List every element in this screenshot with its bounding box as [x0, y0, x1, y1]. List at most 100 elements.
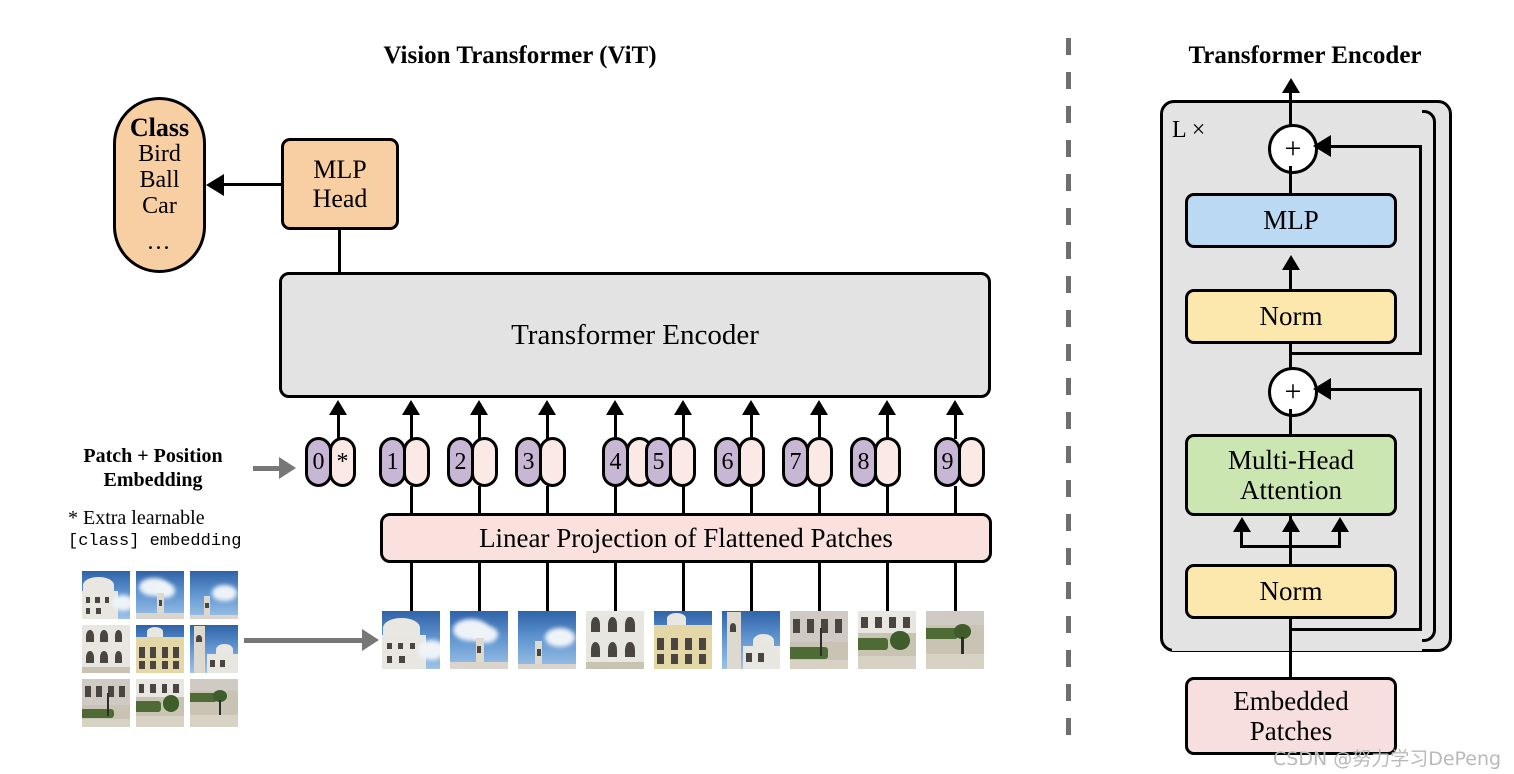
window — [409, 642, 416, 650]
window — [399, 656, 405, 664]
transformer-encoder-box: Transformer Encoder — [279, 272, 991, 398]
window — [386, 656, 392, 664]
norm-top-block: Norm — [1185, 289, 1397, 344]
window — [889, 616, 896, 629]
encoder-output-arrowhead — [1282, 78, 1300, 93]
norm-bottom-block-label: Norm — [1259, 576, 1323, 607]
window — [903, 616, 910, 629]
window — [746, 652, 753, 663]
embedded-patches-line1: Embedded — [1233, 685, 1349, 716]
hedge — [790, 646, 829, 659]
source-patch-r1c0 — [82, 625, 130, 673]
dome — [666, 613, 687, 625]
token-position-7: 7 — [782, 437, 809, 487]
window — [671, 653, 679, 665]
panel-divider — [1066, 38, 1071, 748]
class-label-2: Car — [142, 192, 177, 219]
window — [625, 642, 635, 658]
token-3: 3 — [515, 437, 566, 487]
token-encoder-arrowhead-4 — [606, 400, 624, 415]
window — [150, 647, 157, 658]
residual-skip-bottom-horizontal — [1317, 388, 1422, 391]
window — [150, 683, 156, 694]
mlp-head-to-class-line — [224, 183, 284, 186]
window — [210, 659, 215, 668]
token-encoder-arrowhead-8 — [878, 400, 896, 415]
footnote-line2: [class] embedding — [68, 532, 242, 552]
window — [161, 660, 168, 670]
window — [100, 629, 108, 643]
pavement — [136, 716, 184, 727]
tower — [726, 612, 741, 669]
residual-skip-top-horizontal — [1317, 145, 1422, 148]
window — [657, 653, 665, 665]
repeat-count-label: L × — [1172, 117, 1206, 143]
embedding-label-line1: Patch + Position — [83, 445, 223, 467]
window — [95, 597, 100, 603]
window — [793, 619, 801, 634]
token-5: 5 — [645, 437, 696, 487]
token-encoder-arrowhead-0 — [329, 400, 347, 415]
residual-skip-top-vertical — [1419, 145, 1422, 355]
token-8: 8 — [850, 437, 901, 487]
projection-patch-line-6 — [750, 561, 753, 613]
norm-top-block-label: Norm — [1259, 301, 1323, 332]
token-patch-9 — [958, 437, 985, 487]
class-label-0: Bird — [138, 141, 181, 168]
window — [657, 637, 665, 651]
window — [84, 685, 91, 698]
window — [386, 642, 392, 650]
token-encoder-arrowhead-2 — [470, 400, 488, 415]
token-encoder-arrowhead-9 — [946, 400, 964, 415]
facade — [926, 611, 984, 627]
token-1: 1 — [379, 437, 430, 487]
class-token-footnote: * Extra learnable [class] embedding — [68, 505, 298, 554]
window — [85, 608, 91, 615]
facade — [136, 613, 184, 619]
figure-canvas: Vision Transformer (ViT) Transformer Enc… — [0, 0, 1514, 774]
csdn-watermark: CSDN @努力学习DePeng — [1273, 748, 1502, 770]
token-stem-up-5 — [682, 415, 685, 439]
flattened-patch-6 — [790, 611, 848, 669]
window — [85, 650, 94, 664]
window — [685, 653, 693, 665]
facade — [518, 664, 576, 669]
source-patch-r2c2 — [190, 679, 238, 727]
token-6: 6 — [714, 437, 765, 487]
flattened-patch-5 — [722, 611, 780, 669]
window — [114, 629, 123, 643]
patch-position-embedding-label: Patch + Position Embedding — [62, 444, 244, 492]
window — [114, 650, 123, 664]
token-stem-down-3 — [546, 486, 549, 515]
token-stem-up-4 — [614, 415, 617, 439]
left-panel-title: Vision Transformer (ViT) — [383, 42, 657, 69]
hedge — [82, 708, 114, 719]
source-patch-r2c1 — [136, 679, 184, 727]
flattened-patch-3 — [586, 611, 644, 669]
window — [161, 647, 168, 658]
projection-patch-line-2 — [478, 561, 481, 613]
token-position-5: 5 — [645, 437, 672, 487]
token-patch-8 — [874, 437, 901, 487]
window — [161, 683, 168, 694]
token-patch-7 — [806, 437, 833, 487]
tree — [162, 695, 180, 712]
qkv-left-stem — [1240, 530, 1243, 547]
mlp-block: MLP — [1185, 193, 1397, 248]
token-patch-5 — [669, 437, 696, 487]
token-stem-up-1 — [410, 415, 413, 439]
cloud — [417, 640, 440, 660]
norm-bottom-block: Norm — [1185, 564, 1397, 619]
token-position-1: 1 — [379, 437, 406, 487]
token-7: 7 — [782, 437, 833, 487]
flattened-patch-7 — [858, 611, 916, 669]
token-stem-down-9 — [954, 486, 957, 515]
mlp-head-line2: Head — [312, 184, 368, 213]
projection-patch-line-1 — [410, 561, 413, 613]
window — [699, 637, 707, 651]
ground — [82, 667, 130, 673]
window — [536, 649, 541, 657]
pole — [820, 628, 823, 657]
window — [96, 685, 103, 698]
source-patch-r1c2 — [190, 625, 238, 673]
